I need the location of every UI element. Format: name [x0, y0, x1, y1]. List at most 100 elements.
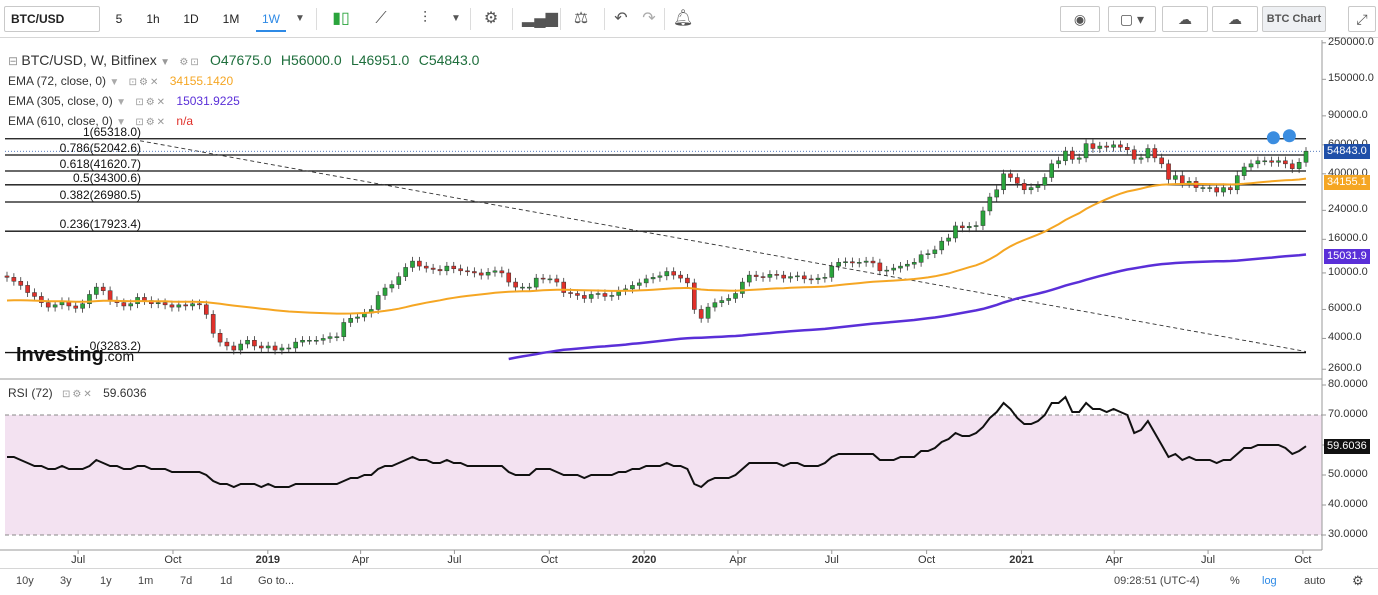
- chart-type-dropdown-icon[interactable]: ▼: [446, 6, 466, 32]
- ema305-controls-icon[interactable]: ⊡⚙✕: [135, 97, 167, 108]
- candle: [348, 318, 353, 323]
- time-axis-label: Jul: [447, 554, 462, 566]
- candle: [1296, 162, 1302, 169]
- candle: [561, 281, 567, 293]
- candle: [1090, 143, 1096, 149]
- price-axis-label: 4000.0: [1328, 331, 1362, 344]
- candle: [877, 262, 883, 272]
- candle: [307, 339, 312, 342]
- candle: [286, 347, 292, 350]
- candle: [190, 303, 195, 307]
- candle: [451, 265, 457, 270]
- candle: [396, 276, 402, 285]
- rsi-legend: RSI (72) ⊡⚙✕ 59.6036: [8, 386, 147, 400]
- interval-5-button[interactable]: 5: [106, 6, 132, 32]
- undo-icon[interactable]: ↶: [608, 6, 634, 32]
- rsi-axis-label: 80.0000: [1328, 378, 1368, 390]
- candle: [1145, 148, 1151, 159]
- indicators-icon[interactable]: ▂▄▆: [522, 6, 558, 32]
- candle: [1028, 187, 1034, 191]
- range-3y-button[interactable]: 3y: [60, 575, 72, 587]
- footer-settings-gear-icon[interactable]: ⚙: [1352, 573, 1364, 589]
- candle: [1070, 150, 1075, 160]
- candle: [1035, 185, 1041, 188]
- candlestick-type-icon[interactable]: ▮▯: [326, 6, 356, 32]
- candle: [465, 270, 470, 273]
- price-axis-label: 6000.0: [1328, 302, 1362, 315]
- candle: [430, 267, 436, 270]
- candle: [774, 274, 780, 276]
- candle: [808, 278, 814, 281]
- low-value: L46951.0: [350, 52, 410, 68]
- candle: [1131, 149, 1137, 160]
- candle: [582, 295, 587, 299]
- candle: [1248, 163, 1254, 168]
- range-10y-button[interactable]: 10y: [16, 575, 34, 587]
- log-toggle[interactable]: log: [1262, 575, 1277, 587]
- settings-gear-icon[interactable]: ⚙: [476, 6, 506, 32]
- interval-1d-button[interactable]: 1D: [177, 6, 205, 32]
- price-chart[interactable]: [0, 38, 1378, 568]
- cloud-upload-icon[interactable]: ☁: [1212, 6, 1258, 32]
- time-axis-label: 2019: [255, 554, 281, 566]
- candle: [760, 276, 766, 278]
- redo-icon[interactable]: ↷: [636, 6, 662, 32]
- candle: [513, 281, 518, 288]
- legend-title: BTC/USD, W, Bitfinex: [21, 52, 157, 68]
- candle: [45, 302, 51, 308]
- candle: [520, 286, 525, 289]
- line-chart-icon[interactable]: ⟋: [366, 6, 396, 32]
- candle: [375, 295, 381, 310]
- interval-1h-button[interactable]: 1h: [140, 6, 166, 32]
- percent-toggle[interactable]: %: [1230, 575, 1240, 587]
- legend-dropdown-icon[interactable]: ▼: [160, 57, 170, 68]
- candle: [1001, 173, 1006, 191]
- candle: [1207, 187, 1213, 189]
- candle: [1104, 145, 1109, 148]
- rsi-controls-icon[interactable]: ⊡⚙✕: [62, 389, 94, 400]
- color-picker-icon[interactable]: ▢ ▾: [1108, 6, 1156, 32]
- fullscreen-icon[interactable]: ⤢: [1348, 6, 1376, 32]
- ema72-dropdown-icon[interactable]: ▼: [109, 77, 119, 88]
- time-axis-label: Oct: [1294, 554, 1312, 566]
- bar-type-icon[interactable]: ⫶: [410, 6, 440, 32]
- candle: [197, 303, 202, 306]
- interval-1m-button[interactable]: 1M: [217, 6, 245, 32]
- fib-label: 0.786(52042.6): [59, 141, 141, 155]
- ema305-dropdown-icon[interactable]: ▼: [116, 97, 126, 108]
- legend-controls-icon[interactable]: ⚙⊡: [179, 57, 200, 68]
- candle: [423, 265, 429, 269]
- range-1d-button[interactable]: 1d: [220, 575, 232, 587]
- candle: [1283, 160, 1288, 165]
- trend-line: [139, 140, 1307, 352]
- time-axis-label: Jul: [71, 554, 86, 566]
- auto-toggle[interactable]: auto: [1304, 575, 1325, 587]
- range-7d-button[interactable]: 7d: [180, 575, 192, 587]
- candle: [417, 260, 422, 267]
- collapse-icon[interactable]: ⊟: [8, 54, 18, 68]
- alert-bell-icon[interactable]: 🔔︎: [668, 6, 698, 32]
- symbol-input[interactable]: BTC/USD: [4, 6, 100, 32]
- goto-button[interactable]: Go to...: [258, 575, 294, 587]
- candle: [382, 287, 388, 296]
- ema72-value: 34155.1420: [169, 74, 234, 88]
- candle: [595, 293, 601, 295]
- candle: [1138, 157, 1144, 160]
- range-1y-button[interactable]: 1y: [100, 575, 112, 587]
- candle: [575, 293, 580, 296]
- candle: [389, 284, 395, 289]
- candle: [444, 265, 450, 272]
- ema72-controls-icon[interactable]: ⊡⚙✕: [129, 77, 161, 88]
- interval-1w-button[interactable]: 1W: [256, 6, 286, 32]
- camera-icon[interactable]: ◉: [1060, 6, 1100, 32]
- candle: [224, 341, 230, 347]
- compare-scale-icon[interactable]: ⚖: [566, 6, 596, 32]
- fib-label: 0.236(17923.4): [59, 217, 141, 232]
- range-1m-button[interactable]: 1m: [138, 575, 153, 587]
- cloud-download-icon[interactable]: ☁: [1162, 6, 1208, 32]
- time-axis-label: 2021: [1009, 554, 1034, 566]
- candle: [733, 293, 738, 299]
- toolbar-divider: [664, 8, 665, 30]
- btc-chart-button[interactable]: BTC Chart: [1262, 6, 1326, 32]
- interval-dropdown-icon[interactable]: ▼: [288, 6, 312, 32]
